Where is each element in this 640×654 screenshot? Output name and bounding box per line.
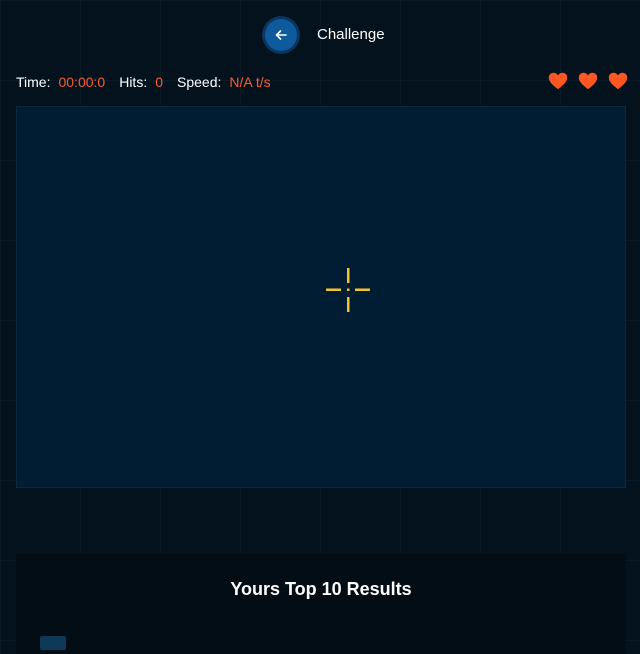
speed-value: N/A t/s [229,74,271,90]
arrow-left-icon [275,30,287,40]
stats-bar: Time: 00:00:0 Hits: 0 Speed: N/A t/s [16,72,285,92]
results-title: Yours Top 10 Results [230,579,412,599]
page-title: Challenge [317,26,385,43]
lives-indicator [548,72,628,90]
speed-label: Speed: [177,74,222,90]
header: Challenge [0,0,640,72]
results-panel: Yours Top 10 Results [16,554,626,654]
heart-icon [608,72,628,90]
back-button[interactable] [265,19,297,51]
results-list-item [40,636,66,650]
hits-value: 0 [155,74,163,90]
hits-label: Hits: [119,74,148,90]
heart-icon [578,72,598,90]
time-value: 00:00:0 [58,74,106,90]
crosshair-icon [326,268,370,312]
heart-icon [548,72,568,90]
time-label: Time: [16,74,51,90]
play-area[interactable] [16,106,626,488]
